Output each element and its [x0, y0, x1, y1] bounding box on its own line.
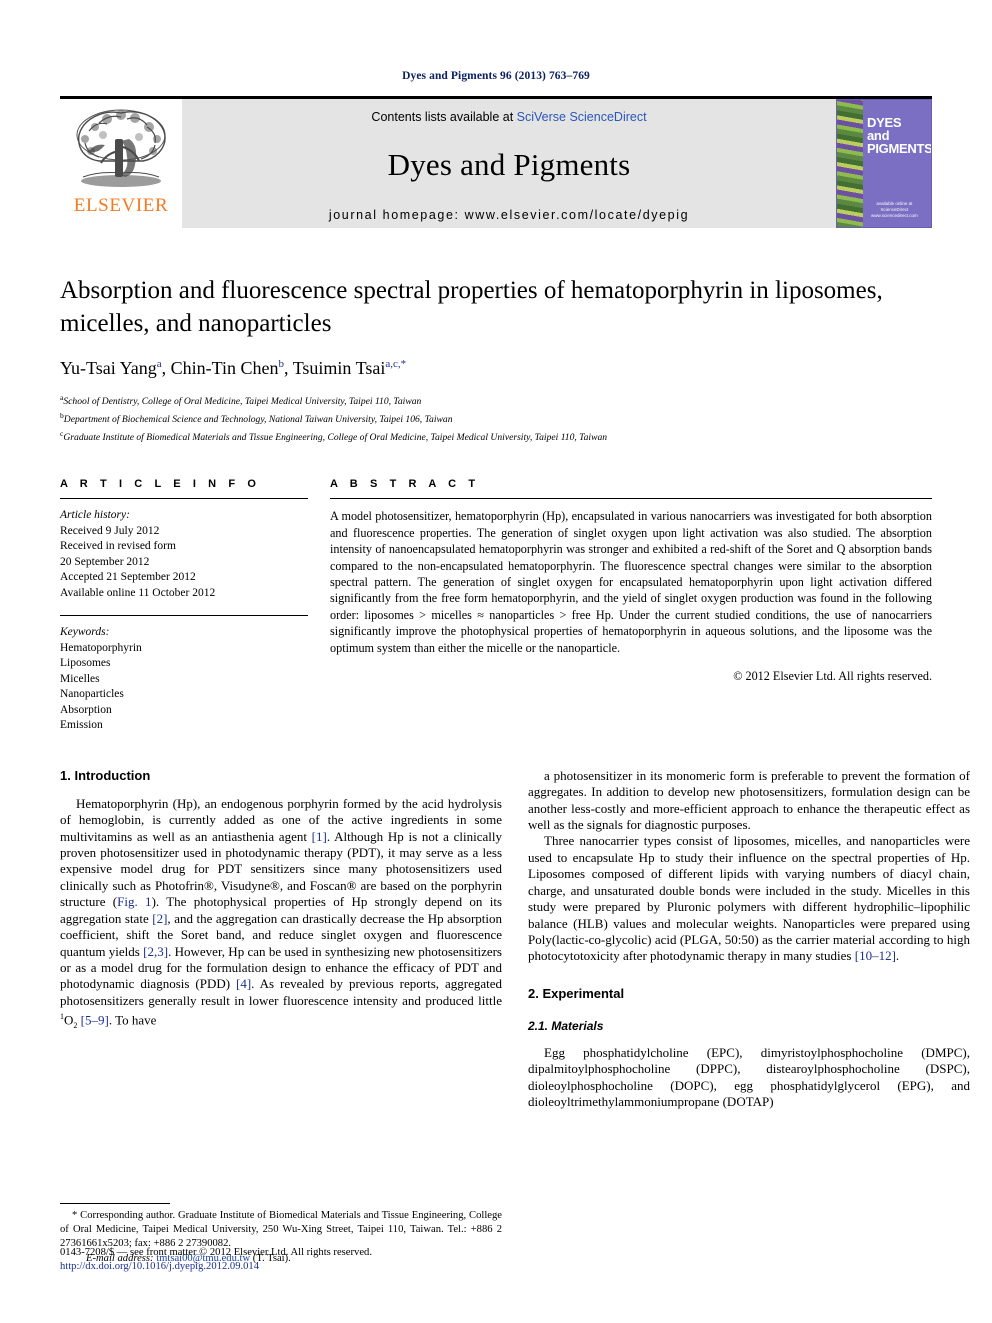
- affiliation-item: aSchool of Dentistry, College of Oral Me…: [60, 391, 932, 409]
- elsevier-wordmark: ELSEVIER: [73, 195, 169, 216]
- author-name: Tsuimin Tsai: [292, 358, 386, 378]
- body-column-right: a photosensitizer in its monomeric form …: [528, 768, 970, 1266]
- article-history-item: 20 September 2012: [60, 555, 150, 568]
- running-head: Dyes and Pigments 96 (2013) 763–769: [402, 70, 590, 82]
- article-info-column: A R T I C L E I N F O Article history: R…: [60, 478, 308, 734]
- abstract-rule: [330, 498, 932, 500]
- citation-ref[interactable]: [2,3]: [143, 944, 168, 959]
- info-abstract-region: A R T I C L E I N F O Article history: R…: [60, 478, 932, 734]
- keyword-item: Hematoporphyrin: [60, 641, 142, 654]
- doi-link[interactable]: http://dx.doi.org/10.1016/j.dyepig.2012.…: [60, 1260, 372, 1275]
- journal-homepage-link[interactable]: journal homepage: www.elsevier.com/locat…: [182, 208, 836, 222]
- affiliation-text: Department of Biochemical Science and Te…: [63, 413, 453, 425]
- body-columns: 1. Introduction Hematoporphyrin (Hp), an…: [60, 768, 970, 1266]
- affiliation-item: cGraduate Institute of Biomedical Materi…: [60, 427, 932, 445]
- subsection-heading-materials: 2.1. Materials: [528, 1018, 604, 1033]
- paragraph-monomeric-form: a photosensitizer in its monomeric form …: [528, 767, 970, 833]
- author-list: Yu-Tsai Yanga, Chin-Tin Chenb, Tsuimin T…: [60, 358, 932, 379]
- journal-masthead: ELSEVIER Contents lists available at Sci…: [60, 96, 932, 228]
- elsevier-tree-icon: [76, 109, 166, 187]
- issn-copyright-line: 0143-7208/$ — see front matter © 2012 El…: [60, 1246, 372, 1258]
- cover-footer: available online at ScienceDirect www.sc…: [871, 201, 918, 219]
- affiliation-text: School of Dentistry, College of Oral Med…: [63, 396, 422, 408]
- abstract-column: A B S T R A C T A model photosensitizer,…: [330, 478, 932, 734]
- abstract-text: A model photosensitizer, hematoporphyrin…: [330, 509, 932, 655]
- sciencedirect-link[interactable]: SciVerse ScienceDirect: [517, 110, 647, 124]
- keyword-item: Nanoparticles: [60, 688, 124, 701]
- citation-ref[interactable]: [4]: [236, 976, 251, 991]
- affiliation-item: bDepartment of Biochemical Science and T…: [60, 409, 932, 427]
- para-text: . To have: [108, 1012, 157, 1028]
- cover-title: DYES and PIGMENTS: [867, 116, 932, 156]
- title-block: Absorption and fluorescence spectral pro…: [60, 274, 932, 444]
- article-page: Dyes and Pigments 96 (2013) 763–769 ELSE…: [0, 0, 992, 1323]
- para-text: Three nanocarrier types consist of lipos…: [528, 833, 970, 964]
- section-heading-experimental: 2. Experimental: [528, 985, 625, 1001]
- figure-ref[interactable]: Fig. 1: [117, 894, 151, 909]
- cover-title-line3: PIGMENTS: [867, 141, 932, 156]
- article-history-label: Article history:: [60, 509, 130, 522]
- keywords-label: Keywords:: [60, 626, 110, 639]
- citation-ref[interactable]: [10–12]: [855, 948, 896, 963]
- author-affiliation-mark: a,c,*: [385, 358, 407, 370]
- paragraph-materials: Egg phosphatidylcholine (EPC), dimyristo…: [528, 1044, 970, 1109]
- footnote-rule: [60, 1203, 170, 1205]
- keywords-rule: [60, 615, 308, 617]
- body-column-left: 1. Introduction Hematoporphyrin (Hp), an…: [60, 768, 502, 1266]
- author-separator: ,: [284, 358, 293, 378]
- paragraph-introduction: Hematoporphyrin (Hp), an endogenous porp…: [60, 796, 502, 1035]
- cover-art-strip: [837, 100, 863, 227]
- journal-cover-thumbnail: DYES and PIGMENTS available online at Sc…: [836, 99, 932, 228]
- article-info-label: A R T I C L E I N F O: [60, 478, 261, 491]
- article-history-item: Accepted 21 September 2012: [60, 571, 196, 584]
- elsevier-logo: ELSEVIER: [60, 99, 182, 228]
- contents-available-line: Contents lists available at SciVerse Sci…: [182, 110, 836, 124]
- author-name: Chin-Tin Chen: [170, 358, 279, 378]
- article-history-item: Received 9 July 2012: [60, 524, 160, 537]
- citation-ref[interactable]: [5–9]: [77, 1012, 109, 1027]
- keyword-item: Emission: [60, 719, 103, 732]
- keyword-item: Absorption: [60, 703, 112, 716]
- page-footer: 0143-7208/$ — see front matter © 2012 El…: [60, 1246, 372, 1275]
- article-history-item: Received in revised form: [60, 540, 176, 553]
- paragraph-nanocarriers: Three nanocarrier types consist of lipos…: [528, 833, 970, 964]
- keyword-item: Liposomes: [60, 657, 111, 670]
- journal-title: Dyes and Pigments: [387, 147, 631, 182]
- article-info-rule: [60, 498, 308, 500]
- citation-ref[interactable]: [2]: [152, 911, 167, 926]
- section-heading-introduction: 1. Introduction: [60, 767, 151, 783]
- keyword-item: Micelles: [60, 672, 100, 685]
- singlet-oxygen-symbol: O: [64, 1012, 74, 1028]
- cover-foot-line3: www.sciencedirect.com: [871, 213, 918, 218]
- affiliation-text: Graduate Institute of Biomedical Materia…: [63, 431, 608, 443]
- article-title: Absorption and fluorescence spectral pro…: [60, 277, 883, 337]
- abstract-label: A B S T R A C T: [330, 478, 480, 491]
- author-separator: ,: [161, 358, 171, 378]
- para-text: .: [895, 948, 900, 964]
- author-name: Yu-Tsai Yang: [60, 358, 157, 378]
- citation-ref[interactable]: [1]: [312, 829, 327, 844]
- article-history-item: Available online 11 October 2012: [60, 586, 216, 599]
- abstract-copyright: © 2012 Elsevier Ltd. All rights reserved…: [733, 669, 932, 683]
- contents-prefix: Contents lists available at: [371, 110, 517, 124]
- affiliation-list: aSchool of Dentistry, College of Oral Me…: [60, 391, 932, 444]
- journal-band: Contents lists available at SciVerse Sci…: [182, 99, 836, 228]
